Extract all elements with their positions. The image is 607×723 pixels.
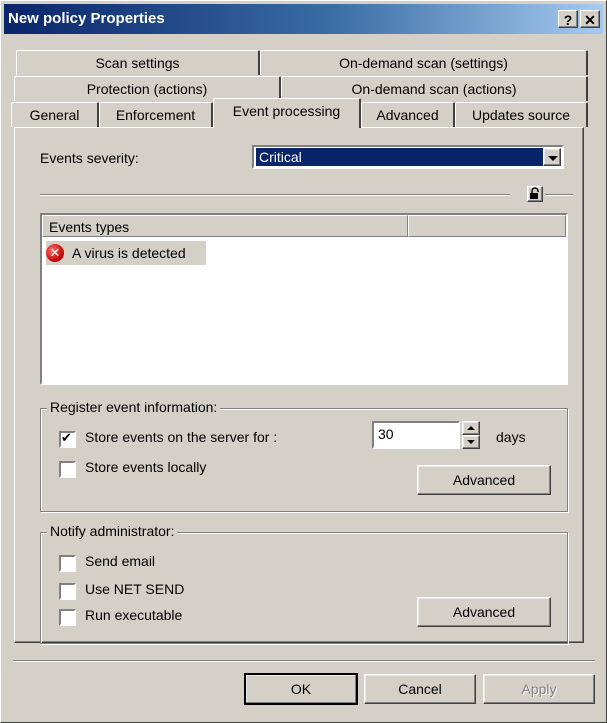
- store-locally-checkbox[interactable]: [59, 461, 76, 478]
- notify-advanced-button[interactable]: Advanced: [417, 597, 551, 627]
- register-event-legend: Register event information:: [47, 399, 221, 415]
- net-send-checkbox[interactable]: [59, 583, 76, 600]
- tab-enforcement[interactable]: Enforcement: [99, 102, 213, 127]
- events-types-list[interactable]: Events types ✕ A virus is detected: [40, 213, 568, 385]
- net-send-label: Use NET SEND: [85, 581, 185, 597]
- column-header-events-types[interactable]: Events types: [42, 215, 408, 237]
- properties-dialog: New policy Properties ? ✕ Scan settings …: [0, 0, 607, 723]
- window-title: New policy Properties: [8, 10, 165, 27]
- apply-label: Apply: [521, 681, 557, 697]
- list-item[interactable]: ✕ A virus is detected: [46, 241, 206, 265]
- tab-scan-settings[interactable]: Scan settings: [16, 50, 260, 75]
- register-advanced-button[interactable]: Advanced: [417, 465, 551, 495]
- store-locally-label: Store events locally: [85, 459, 207, 475]
- send-email-label: Send email: [85, 553, 156, 569]
- lock-icon[interactable]: [527, 186, 543, 202]
- events-severity-select[interactable]: Critical: [252, 145, 564, 169]
- footer-separator: [13, 660, 595, 662]
- register-event-group: Register event information: Store events…: [40, 399, 568, 512]
- title-bar: New policy Properties ? ✕: [4, 4, 603, 34]
- days-label: days: [496, 429, 526, 445]
- tab-on-demand-scan-settings[interactable]: On-demand scan (settings): [260, 50, 588, 75]
- events-severity-value: Critical: [256, 148, 543, 166]
- spin-down-icon[interactable]: [462, 435, 480, 449]
- ok-button[interactable]: OK: [244, 673, 358, 705]
- run-executable-label: Run executable: [85, 607, 183, 623]
- tab-event-processing[interactable]: Event processing: [213, 98, 361, 128]
- separator: [40, 194, 510, 196]
- tab-general[interactable]: General: [11, 102, 99, 127]
- event-processing-panel: Events severity: Critical Events types ✕…: [14, 127, 584, 644]
- chevron-down-icon[interactable]: [543, 148, 561, 166]
- apply-button[interactable]: Apply: [483, 674, 595, 704]
- close-button[interactable]: ✕: [580, 10, 600, 28]
- tab-advanced[interactable]: Advanced: [361, 102, 455, 127]
- send-email-checkbox[interactable]: [59, 555, 76, 572]
- column-header-empty[interactable]: [408, 215, 566, 237]
- run-executable-checkbox[interactable]: [59, 609, 76, 626]
- notify-admin-legend: Notify administrator:: [47, 523, 178, 539]
- store-server-label: Store events on the server for :: [85, 429, 278, 445]
- days-input[interactable]: 30: [372, 421, 460, 449]
- help-button[interactable]: ?: [558, 10, 578, 28]
- spin-up-icon[interactable]: [462, 421, 480, 435]
- cancel-button[interactable]: Cancel: [364, 674, 476, 704]
- events-severity-label: Events severity:: [40, 150, 139, 166]
- notify-admin-group: Notify administrator: Send email Use NET…: [40, 523, 568, 644]
- error-icon: ✕: [46, 244, 64, 262]
- separator: [545, 194, 573, 196]
- list-item-label: A virus is detected: [72, 245, 186, 261]
- tab-updates-source[interactable]: Updates source: [455, 102, 588, 127]
- store-server-checkbox[interactable]: [59, 430, 76, 448]
